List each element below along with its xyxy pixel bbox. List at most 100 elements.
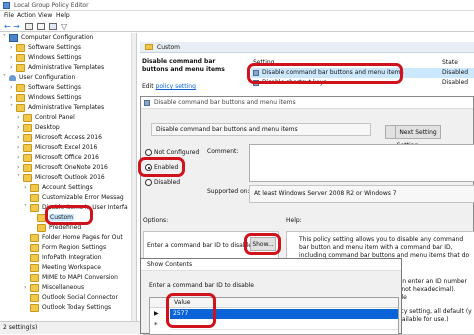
show-contents-prompt: Enter a command bar ID to disable [149, 282, 254, 289]
tree-item[interactable]: › Microsoft Access 2016 [0, 133, 102, 143]
tree-item[interactable]: ˅ Administrative Templates [0, 103, 104, 113]
folder-icon [30, 203, 39, 212]
tree-item[interactable]: › Desktop [0, 123, 60, 133]
folder-icon [16, 63, 25, 72]
folder-icon [30, 273, 39, 282]
comment-field[interactable] [249, 144, 474, 182]
folder-icon [30, 233, 39, 242]
tree-item[interactable]: › Control Panel [0, 113, 75, 123]
policy-setting-icon [144, 100, 150, 106]
description-title: Disable command bar buttons and menu ite… [142, 58, 225, 73]
folder-icon [30, 243, 39, 252]
folder-icon [30, 183, 39, 192]
new-row-star-icon: * [154, 321, 158, 329]
menu-view[interactable]: View [38, 12, 52, 19]
folder-icon [23, 153, 32, 162]
tree-item[interactable]: Form Region Settings [0, 243, 106, 253]
tree-item-label: Software Settings [28, 44, 81, 51]
forward-arrow-icon[interactable]: → [13, 21, 20, 32]
folder-icon [145, 44, 153, 50]
radio-not-configured-label: Not Configured [154, 149, 200, 156]
tree-item[interactable]: ˅ Microsoft Outlook 2016 [0, 173, 105, 183]
tree-pane: ˅ Computer Configuration › Software Setting… [0, 33, 137, 321]
tree-item-label: Form Region Settings [42, 244, 107, 251]
folder-icon [23, 113, 32, 122]
folder-icon [30, 283, 39, 292]
help-icon[interactable] [49, 23, 57, 30]
tree-item-label: Outlook Social Connector [42, 294, 118, 301]
tree-scrollbar[interactable] [131, 33, 136, 321]
tree-item[interactable]: › Account Settings [0, 183, 93, 193]
tree-item[interactable]: ˅ Computer Configuration [0, 33, 93, 43]
tree-item-label: Software Settings [28, 84, 81, 91]
folder-icon [23, 143, 32, 152]
option-prompt: Enter a command bar ID to disable [147, 242, 252, 249]
tree-item[interactable]: › Software Settings [0, 43, 81, 53]
filter-icon[interactable]: ▽ [61, 22, 67, 31]
menu-action[interactable]: Action [17, 12, 36, 19]
tree-item[interactable]: › Microsoft Excel 2016 [0, 143, 97, 153]
app-icon [3, 2, 10, 9]
edit-policy-link[interactable]: policy setting [156, 83, 196, 90]
menu-help[interactable]: Help [56, 12, 70, 19]
col-state-header[interactable]: State [442, 59, 458, 66]
window-title: Local Group Policy Editor [14, 2, 89, 9]
tree-item-label: Control Panel [35, 114, 75, 121]
tree-item-label: MIME to MAPI Conversion [42, 274, 118, 281]
tree-item-label: Microsoft Office 2016 [35, 154, 99, 161]
menu-bar: File Action View Help [0, 11, 474, 21]
tree-item-label: Miscellaneous [42, 284, 85, 291]
tree-item[interactable]: Folder Home Pages for Out [0, 233, 123, 243]
folder-icon [30, 263, 39, 272]
policy-name: Disable command bar buttons and menu ite… [156, 126, 298, 133]
user-icon [9, 74, 16, 81]
tree-item[interactable]: › Software Settings [0, 83, 81, 93]
edit-text: Edit [142, 83, 154, 90]
tree-item[interactable]: Meeting Workspace [0, 263, 101, 273]
title-bar: Local Group Policy Editor [0, 0, 474, 11]
folder-icon [30, 253, 39, 262]
tree-item-label: Account Settings [42, 184, 93, 191]
tree-item-label: Customizable Error Messag [42, 194, 124, 201]
tree-item[interactable]: Outlook Today Settings [0, 303, 111, 313]
show-hide-tree-icon[interactable] [25, 23, 33, 30]
tree-item[interactable]: Outlook Social Connector [0, 293, 118, 303]
back-arrow-icon[interactable]: ← [4, 21, 11, 32]
menu-file[interactable]: File [4, 12, 14, 19]
dialog-title-bar: Disable command bar buttons and menu ite… [141, 97, 473, 109]
tree-item[interactable]: › Microsoft Office 2016 [0, 153, 99, 163]
tree-item[interactable]: Customizable Error Messag [0, 193, 124, 203]
tree-item[interactable]: › Miscellaneous [0, 283, 84, 293]
tree-item[interactable]: › Microsoft OneNote 2016 [0, 163, 108, 173]
highlight-policy-row [247, 63, 403, 84]
folder-icon [30, 293, 39, 302]
folder-icon [23, 123, 32, 132]
next-setting-button[interactable]: Next Setting [395, 125, 441, 139]
content-header-title: Custom [157, 44, 180, 51]
tree-item[interactable]: MIME to MAPI Conversion [0, 273, 118, 283]
folder-icon [30, 303, 39, 312]
list-row-state: Disabled [442, 69, 469, 76]
export-list-icon[interactable] [37, 23, 45, 30]
tree-item-label: Windows Settings [28, 54, 82, 61]
status-text: 2 setting(s) [3, 324, 38, 331]
tree-item[interactable]: › Windows Settings [0, 93, 81, 103]
radio-disabled[interactable] [145, 179, 152, 186]
tree-item-label: Predefined [49, 224, 82, 231]
supported-on-box: At least Windows Server 2008 R2 or Windo… [249, 185, 474, 203]
tree-item[interactable]: ˅ User Configuration [0, 73, 75, 83]
help-label: Help: [286, 217, 302, 224]
tree-item-label: Computer Configuration [21, 34, 94, 41]
edit-policy-line: Edit policy setting [142, 83, 196, 90]
folder-icon [23, 173, 32, 182]
list-row-state: Disabled [442, 79, 469, 86]
tree-item[interactable]: InfoPath Integration [0, 253, 102, 263]
radio-not-configured[interactable] [145, 149, 152, 156]
tree-item-label: Microsoft OneNote 2016 [35, 164, 108, 171]
content-header: Custom [140, 42, 474, 53]
tree-item[interactable]: › Windows Settings [0, 53, 81, 63]
dialog-title: Disable command bar buttons and menu ite… [154, 99, 296, 106]
options-label: Options: [143, 217, 169, 224]
tree-item-label: Windows Settings [28, 94, 82, 101]
tree-item[interactable]: › Administrative Templates [0, 63, 104, 73]
